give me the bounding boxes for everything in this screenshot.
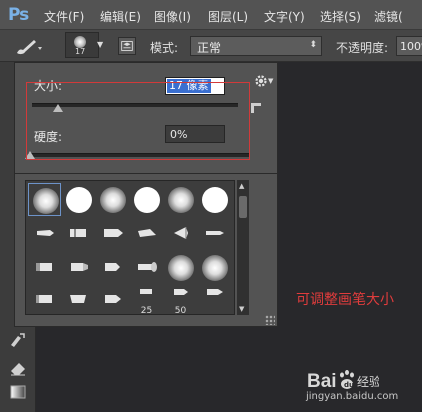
- watermark-url: jingyan.baidu.com: [306, 391, 399, 402]
- mode-select[interactable]: 正常 ⬍: [190, 36, 322, 56]
- brush-preset-hard-round[interactable]: [130, 183, 163, 216]
- svg-text:du: du: [344, 381, 354, 389]
- brush-preset-tool-icon[interactable]: [28, 285, 61, 318]
- brush-preset-tool-icon: [174, 289, 188, 295]
- brush-preset-25[interactable]: 25: [130, 283, 163, 316]
- scroll-up-arrow-icon[interactable]: ▲: [239, 182, 244, 190]
- brush-tool-preset-icon[interactable]: [14, 36, 44, 56]
- brush-preset-hard-round[interactable]: [62, 183, 95, 216]
- annotation-highlight-box: [26, 82, 250, 160]
- brush-preset-fan-icon[interactable]: [164, 217, 197, 250]
- brush-presets-grid: 25 50: [25, 180, 235, 318]
- brush-size-readout: 17: [75, 47, 86, 56]
- brush-preset-tool-icon[interactable]: [96, 285, 129, 318]
- brush-preset-tool-icon[interactable]: [96, 251, 129, 284]
- menu-file[interactable]: 文件(F): [44, 8, 84, 25]
- brush-preset-tool-icon[interactable]: [62, 251, 95, 284]
- brush-preset-tool-icon[interactable]: [28, 217, 61, 250]
- brush-preset-50[interactable]: 50: [164, 283, 197, 316]
- opacity-label: 不透明度:: [336, 41, 389, 55]
- brush-panel-toggle-icon[interactable]: [118, 37, 136, 55]
- history-brush-icon[interactable]: [9, 332, 27, 348]
- brush-preset-tool-icon[interactable]: [198, 217, 231, 250]
- brush-preset-picker[interactable]: 17: [65, 32, 99, 58]
- baidu-jingyan-watermark-logo: Bai du 经验: [307, 370, 379, 392]
- brush-preset-tool-icon[interactable]: [28, 251, 61, 284]
- watermark-brand-suffix: 经验: [357, 374, 379, 389]
- menu-filter[interactable]: 滤镜(: [374, 8, 403, 25]
- menu-type[interactable]: 文字(Y): [264, 8, 305, 25]
- gear-icon[interactable]: [253, 73, 269, 89]
- brush-preset-soft-round-selected[interactable]: [28, 183, 61, 216]
- mode-value: 正常: [197, 41, 222, 55]
- brush-preset-soft-round[interactable]: [164, 183, 197, 216]
- brush-preset-tool-icon[interactable]: [130, 251, 163, 284]
- brush-preset-soft-round[interactable]: [96, 183, 129, 216]
- gradient-icon[interactable]: [9, 384, 27, 400]
- brush-preset-soft-round[interactable]: [164, 251, 197, 284]
- brush-preset-tool-icon[interactable]: [96, 217, 129, 250]
- chevron-down-icon[interactable]: ▼: [97, 40, 103, 49]
- resize-grip-icon[interactable]: [265, 315, 275, 325]
- brush-preset-tool-icon[interactable]: [198, 283, 231, 316]
- brush-preset-soft-round[interactable]: [198, 251, 231, 284]
- brush-preset-size-label: 50: [174, 306, 187, 316]
- mode-label: 模式:: [150, 41, 179, 55]
- menu-select[interactable]: 选择(S): [320, 8, 361, 25]
- brush-preset-tool-icon[interactable]: [130, 217, 163, 250]
- opacity-input[interactable]: 100%: [396, 36, 422, 56]
- brush-preset-hard-round[interactable]: [198, 183, 231, 216]
- options-bar: 17 ▼ 模式: 正常 ⬍ 不透明度: 100%: [0, 30, 422, 62]
- brush-preset-tool-icon[interactable]: [62, 217, 95, 250]
- updown-arrow-icon: ⬍: [309, 40, 317, 50]
- eraser-icon[interactable]: [9, 360, 27, 376]
- menu-image[interactable]: 图像(I): [154, 8, 191, 25]
- menu-edit[interactable]: 编辑(E): [100, 8, 141, 25]
- brush-grid-scrollbar[interactable]: ▲ ▼: [237, 180, 249, 315]
- gear-menu-chevron-icon[interactable]: ▼: [268, 77, 273, 85]
- panel-divider: [15, 173, 277, 174]
- menu-layer[interactable]: 图层(L): [208, 8, 248, 25]
- brush-preset-tool-icon: [140, 289, 152, 294]
- new-preset-icon[interactable]: [251, 103, 261, 113]
- menu-bar: Ps 文件(F) 编辑(E) 图像(I) 图层(L) 文字(Y) 选择(S) 滤…: [0, 0, 422, 30]
- ps-logo[interactable]: Ps: [8, 5, 29, 25]
- brush-preset-size-label: 25: [140, 306, 153, 316]
- watermark-brand: Bai: [307, 371, 337, 392]
- scroll-thumb[interactable]: [239, 196, 247, 218]
- annotation-text: 可调整画笔大小: [296, 292, 394, 308]
- scroll-down-arrow-icon[interactable]: ▼: [239, 305, 244, 313]
- brush-preset-tool-icon[interactable]: [62, 285, 95, 318]
